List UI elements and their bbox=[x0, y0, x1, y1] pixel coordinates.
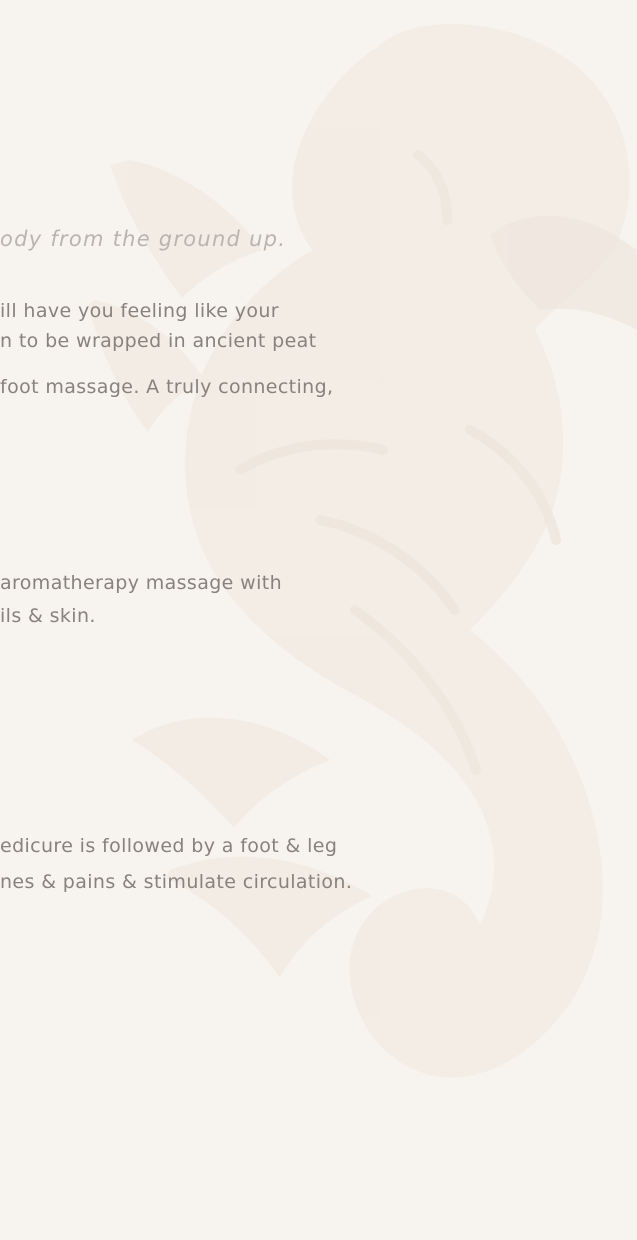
pedicure-description-line-1: edicure is followed by a foot & leg bbox=[0, 835, 338, 857]
treatment-description-line-3: foot massage. A truly connecting, bbox=[0, 376, 334, 398]
pedicure-description-line-2: nes & pains & stimulate circulation. bbox=[0, 871, 353, 893]
treatment-text-area: ody from the ground up. ill have you fee… bbox=[0, 0, 637, 1240]
treatment-description-line-1: ill have you feeling like your bbox=[0, 300, 279, 322]
aromatherapy-description-line-1: aromatherapy massage with bbox=[0, 572, 282, 594]
aromatherapy-description-line-2: ils & skin. bbox=[0, 605, 96, 627]
treatment-description-line-2: n to be wrapped in ancient peat bbox=[0, 330, 317, 352]
treatment-tagline: ody from the ground up. bbox=[0, 227, 287, 251]
